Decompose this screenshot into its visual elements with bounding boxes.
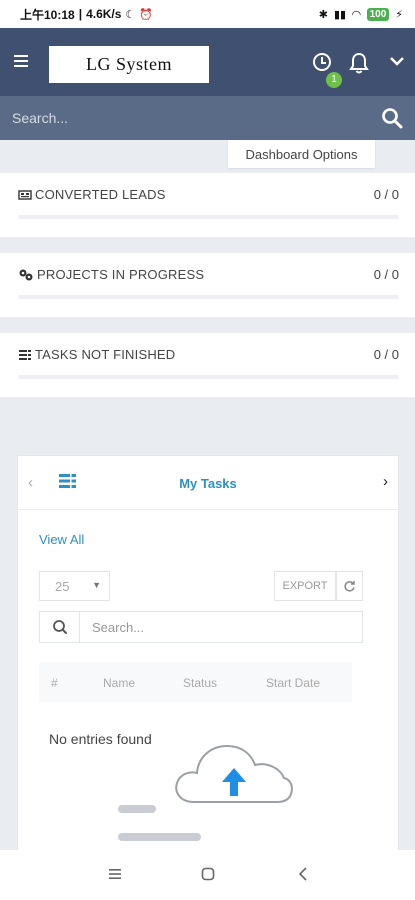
converted-leads-icon [18,189,32,200]
view-all-link[interactable]: View All [39,532,84,547]
table-header: # Name Status Start Date [39,662,352,702]
column-header-start-date[interactable]: Start Date [266,676,320,690]
bell-icon[interactable] [349,52,369,74]
empty-table-message: No entries found [49,731,152,747]
stat-progress-bar [18,375,399,379]
moon-icon: ☾ [125,8,136,21]
stat-title: PROJECTS IN PROGRESS [37,267,205,282]
stat-title: CONVERTED LEADS [35,187,166,202]
stat-card-projects-in-progress[interactable]: PROJECTS IN PROGRESS 0 / 0 [0,253,415,317]
timer-icon[interactable] [313,53,331,71]
status-divider: | [78,7,83,21]
search-icon [40,612,80,642]
stat-title: TASKS NOT FINISHED [35,347,176,362]
logo[interactable]: LG System [49,46,209,83]
export-button[interactable]: EXPORT [274,571,336,601]
signal-icon: ▮▮ [334,8,347,21]
charging-icon: ⚡ [395,8,403,21]
menu-icon[interactable] [14,55,28,67]
battery-icon: 100 [366,7,390,21]
stat-card-tasks-not-finished[interactable]: TASKS NOT FINISHED 0 / 0 [0,333,415,397]
search-icon[interactable] [381,107,403,129]
network-speed: 4.6K/s [86,7,122,21]
alarm-icon: ⏰ [139,8,153,21]
table-search-input[interactable] [80,613,362,641]
dropdown-arrow-icon: ▼ [92,580,101,590]
cloud-upload-icon[interactable] [172,738,294,806]
back-icon[interactable] [297,867,309,881]
stat-progress-bar [18,215,399,219]
timer-badge: 1 [326,72,342,88]
column-header-status[interactable]: Status [183,676,217,690]
status-bar: 上午10:18 | 4.6K/s ☾ ⏰ ✱ ▮▮ ◠ 100 ⚡ [0,0,415,28]
battery-level: 100 [369,8,387,20]
column-header-name[interactable]: Name [103,676,135,690]
refresh-button[interactable] [336,571,363,601]
panel-title: My Tasks [179,476,237,491]
dashboard-options-button[interactable]: Dashboard Options [228,140,375,168]
column-header-number[interactable]: # [51,676,58,690]
chevron-right-icon[interactable]: › [383,473,388,490]
panel-header: ‹ My Tasks › [18,456,398,510]
status-time: 上午10:18 [20,7,75,22]
global-search-bar [0,96,415,140]
stat-card-converted-leads[interactable]: CONVERTED LEADS 0 / 0 [0,173,415,237]
refresh-icon [344,580,355,592]
page-size-select[interactable]: 25 ▼ [39,571,110,601]
my-tasks-panel: ‹ My Tasks › View All 25 ▼ EXPORT # Nam [17,455,399,875]
recent-apps-icon[interactable] [108,867,122,881]
global-search-input[interactable] [12,110,381,126]
stat-value: 0 / 0 [373,267,399,282]
stat-value: 0 / 0 [373,347,399,362]
loading-skeleton-bar [118,805,156,813]
stat-progress-bar [18,295,399,299]
app-header: LG System 1 [0,28,415,96]
table-search [39,611,363,643]
bluetooth-icon: ✱ [318,8,328,21]
home-icon[interactable] [201,867,215,881]
wifi-icon: ◠ [352,8,361,21]
chevron-down-icon[interactable] [389,55,405,67]
projects-icon [19,269,33,280]
stat-value: 0 / 0 [373,187,399,202]
loading-skeleton-bar [118,833,201,841]
tasks-list-icon [19,349,31,360]
page-size-value: 25 [55,578,70,594]
system-nav-bar [0,850,415,900]
